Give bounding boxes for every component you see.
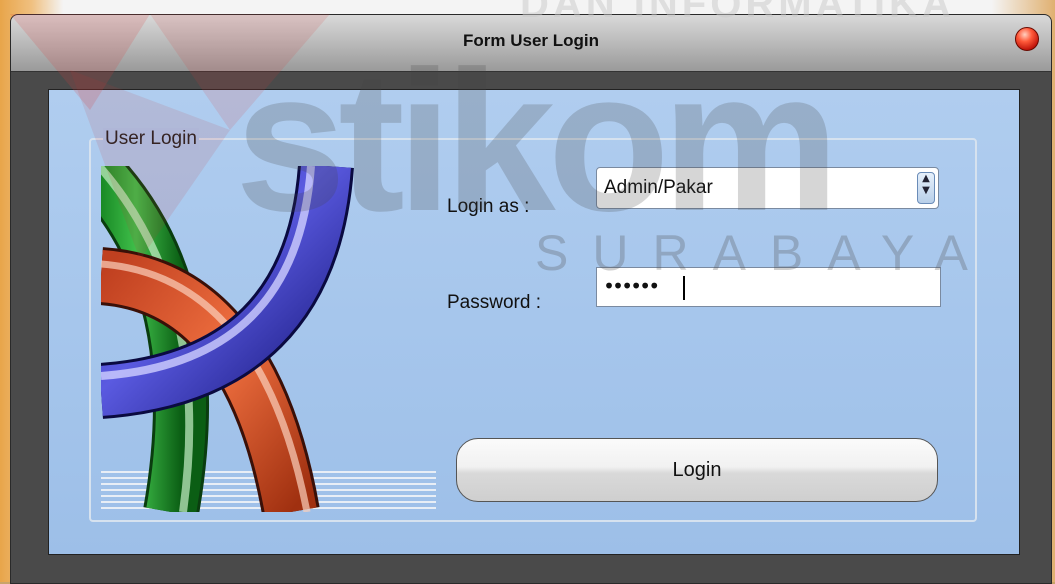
- text-caret: [683, 276, 685, 300]
- password-field[interactable]: ••••••: [596, 267, 941, 307]
- groupbox-label: User Login: [103, 128, 199, 150]
- title-bar[interactable]: Form User Login: [11, 15, 1051, 72]
- password-value: ••••••: [603, 274, 660, 298]
- form-client-area: User Login Login as: Admin/Pakar ▲ ▼ Pa…: [48, 89, 1020, 555]
- up-down-spin-icon[interactable]: ▲ ▼: [917, 172, 935, 204]
- window-title: Form User Login: [462, 31, 599, 50]
- login-window: Form User Login User Login Login as: Ad…: [10, 14, 1052, 584]
- password-label: Password :: [447, 292, 541, 313]
- login-as-label: Login as :: [447, 196, 530, 217]
- decorative-rings-image: [101, 166, 436, 512]
- user-login-groupbox: User Login Login as: Admin/Pakar ▲ ▼ Pa…: [89, 128, 977, 522]
- login-as-select[interactable]: Admin/Pakar ▲ ▼: [596, 167, 939, 209]
- login-as-value: Admin/Pakar: [604, 177, 713, 198]
- login-button[interactable]: Login: [456, 438, 938, 502]
- close-icon[interactable]: [1015, 27, 1039, 51]
